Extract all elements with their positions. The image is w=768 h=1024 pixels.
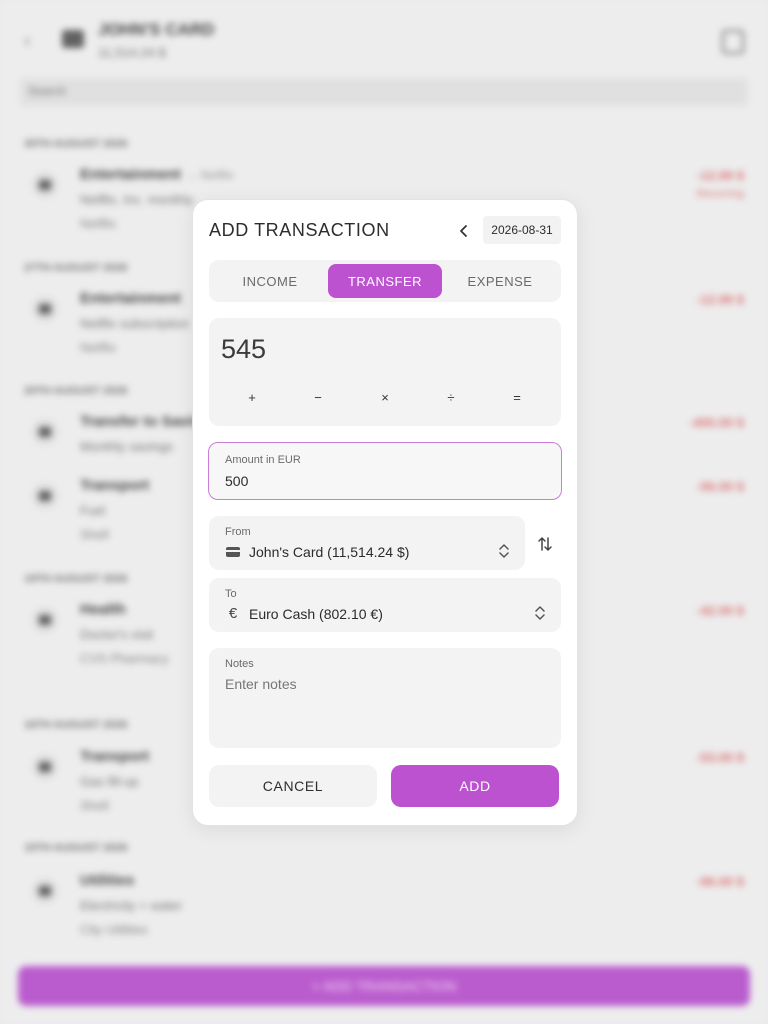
to-account-select[interactable]: To € Euro Cash (802.10 €): [209, 578, 561, 632]
to-label: To: [225, 588, 237, 600]
swap-vertical-icon: [538, 537, 552, 551]
dialog-title: ADD TRANSACTION: [209, 220, 390, 240]
from-account-value: John's Card (11,514.24 $): [249, 544, 410, 560]
from-account-select[interactable]: From John's Card (11,514.24 $): [209, 516, 525, 570]
amount-label: Amount in EUR: [225, 454, 301, 466]
amount-field[interactable]: Amount in EUR 500: [208, 442, 562, 500]
notes-field[interactable]: Notes: [209, 648, 561, 748]
calc-divide-button[interactable]: ÷: [436, 386, 466, 408]
calc-equals-button[interactable]: =: [502, 386, 532, 408]
euro-glyph: €: [228, 605, 238, 622]
notes-input[interactable]: [225, 676, 545, 692]
swap-accounts-button[interactable]: [531, 530, 559, 558]
previous-date-button[interactable]: [451, 218, 477, 244]
chevron-up-down-icon: [499, 544, 509, 558]
euro-icon: €: [225, 606, 241, 622]
tab-transfer[interactable]: TRANSFER: [328, 264, 442, 298]
tab-expense[interactable]: EXPENSE: [443, 264, 557, 298]
calc-plus-button[interactable]: +: [237, 386, 267, 408]
date-picker-button[interactable]: 2026-08-31: [483, 216, 561, 244]
to-account-value: Euro Cash (802.10 €): [249, 606, 383, 622]
add-transaction-dialog: ADD TRANSACTION 2026-08-31 INCOME TRANSF…: [192, 199, 578, 826]
cancel-button[interactable]: CANCEL: [209, 765, 377, 807]
add-button[interactable]: ADD: [391, 765, 559, 807]
calculator-display[interactable]: 545: [221, 334, 266, 365]
from-label: From: [225, 526, 251, 538]
amount-value[interactable]: 500: [225, 473, 248, 489]
tab-income[interactable]: INCOME: [213, 264, 327, 298]
card-icon: [225, 544, 241, 560]
calc-minus-button[interactable]: −: [303, 386, 333, 408]
calculator: 545 + − × ÷ =: [209, 318, 561, 426]
transaction-type-selector: INCOME TRANSFER EXPENSE: [209, 260, 561, 302]
chevron-left-icon: [460, 225, 467, 237]
chevron-up-down-icon: [535, 606, 545, 620]
calc-multiply-button[interactable]: ×: [370, 386, 400, 408]
notes-label: Notes: [225, 658, 254, 670]
